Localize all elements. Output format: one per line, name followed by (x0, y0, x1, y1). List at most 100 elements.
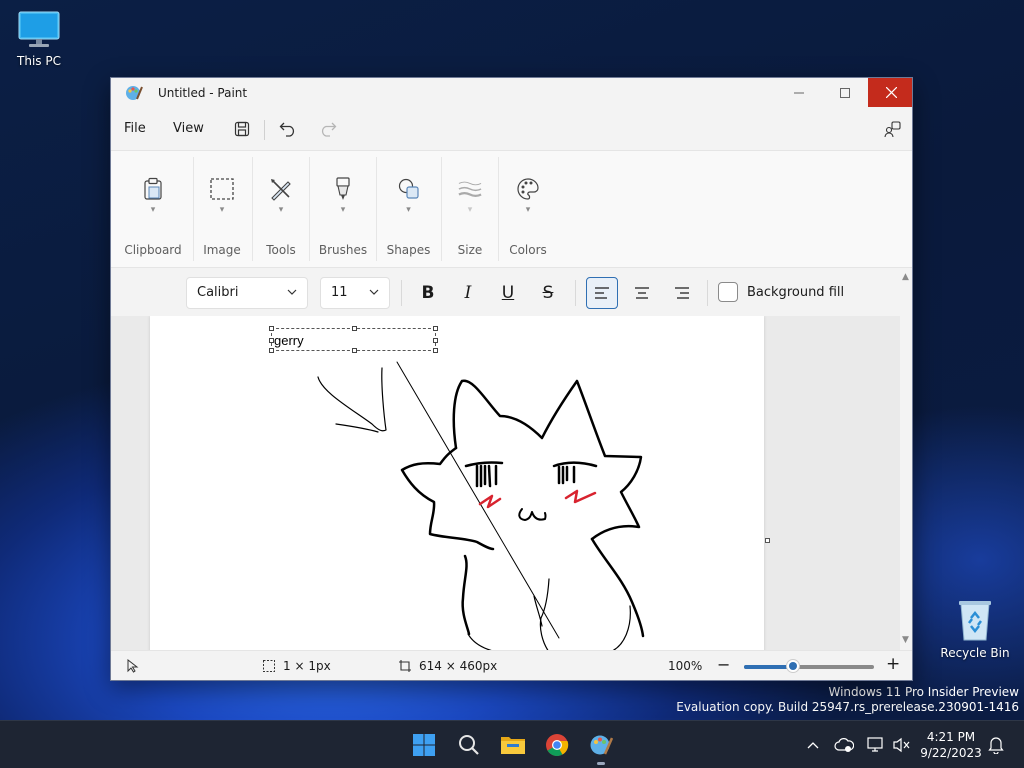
canvas-area[interactable]: gerry (111, 316, 900, 650)
align-right-button[interactable] (666, 277, 698, 309)
toolbar-divider (707, 280, 708, 306)
ribbon-group-colors[interactable]: ▾ Colors (503, 151, 553, 269)
strikethrough-button[interactable]: S (532, 277, 564, 309)
network-icon (867, 737, 883, 752)
zoom-slider[interactable] (744, 659, 874, 673)
toolbar-divider (264, 120, 265, 140)
title-bar[interactable]: Untitled - Paint (111, 78, 912, 108)
windows-logo-icon (413, 734, 435, 756)
canvas-size: 614 × 460px (399, 659, 497, 673)
ribbon-divider (376, 157, 377, 261)
drawing-canvas[interactable]: gerry (150, 316, 764, 650)
volume-tray-button[interactable] (892, 735, 912, 755)
ribbon-divider (309, 157, 310, 261)
font-size-dropdown[interactable]: 11 (320, 277, 390, 309)
align-left-button[interactable] (586, 277, 618, 309)
ribbon-group-size[interactable]: ▾ Size (445, 151, 495, 269)
people-icon (884, 121, 901, 138)
file-explorer-button[interactable] (499, 731, 527, 759)
resize-handle[interactable] (433, 348, 438, 353)
scroll-down-arrow-icon[interactable]: ▼ (902, 635, 909, 645)
ribbon-group-tools[interactable]: ▾ Tools (256, 151, 306, 269)
menu-view[interactable]: View (173, 121, 204, 136)
ribbon: ▾ Clipboard ▾ Image ▾ Tools ▾ Brushes ▾ … (111, 150, 912, 268)
desktop-icon-recycle-bin[interactable]: Recycle Bin (936, 598, 1014, 660)
ribbon-group-brushes[interactable]: ▾ Brushes (314, 151, 372, 269)
minimize-button[interactable] (776, 78, 822, 107)
chevron-down-icon: ▾ (278, 205, 284, 215)
bold-button[interactable]: B (412, 277, 444, 309)
menu-bar: File View (111, 108, 912, 150)
chevron-down-icon: ▾ (219, 205, 225, 215)
chevron-down-icon (287, 289, 297, 295)
chrome-button[interactable] (543, 731, 571, 759)
ribbon-divider (193, 157, 194, 261)
folder-icon (501, 737, 525, 754)
show-hidden-icons-button[interactable] (803, 735, 823, 755)
italic-button[interactable]: I (452, 277, 484, 309)
undo-button[interactable] (276, 118, 300, 140)
paint-taskbar-button[interactable] (587, 731, 615, 759)
desktop-icon-label: This PC (17, 54, 61, 68)
ribbon-group-clipboard[interactable]: ▾ Clipboard (123, 151, 183, 269)
resize-handle[interactable] (352, 326, 357, 331)
network-tray-button[interactable] (866, 735, 886, 755)
ribbon-group-image[interactable]: ▾ Image (197, 151, 247, 269)
background-fill-checkbox[interactable]: Background fill (718, 282, 844, 302)
system-clock[interactable]: 4:21 PM 9/22/2023 (918, 729, 984, 761)
paint-app-icon (126, 86, 143, 100)
taskbar: 4:21 PM 9/22/2023 (0, 720, 1024, 768)
chrome-icon (546, 734, 569, 756)
onedrive-tray-button[interactable] (834, 735, 854, 755)
scroll-up-arrow-icon[interactable]: ▲ (902, 272, 909, 282)
checkbox-box[interactable] (718, 282, 738, 302)
chevron-up-icon (807, 742, 819, 749)
resize-handle[interactable] (269, 338, 274, 343)
resize-handle[interactable] (433, 338, 438, 343)
text-box-content[interactable]: gerry (274, 333, 304, 348)
resize-handle[interactable] (269, 326, 274, 331)
clock-date: 9/22/2023 (920, 746, 982, 760)
chevron-down-icon: ▾ (525, 205, 531, 215)
resize-handle[interactable] (269, 348, 274, 353)
resize-handle[interactable] (433, 326, 438, 331)
canvas-size-icon (399, 660, 411, 672)
ribbon-group-shapes[interactable]: ▾ Shapes (381, 151, 436, 269)
vertical-scrollbar[interactable]: ▲ ▼ (900, 268, 912, 650)
start-button[interactable] (410, 731, 438, 759)
text-box[interactable]: gerry (269, 326, 438, 353)
ribbon-group-label: Brushes (318, 243, 368, 257)
brush-icon (331, 177, 355, 201)
zoom-out-button[interactable]: − (717, 655, 730, 674)
search-button[interactable] (455, 731, 483, 759)
maximize-button[interactable] (822, 78, 868, 107)
volume-muted-icon (893, 737, 910, 753)
selection-icon (210, 177, 234, 201)
align-center-button[interactable] (626, 277, 658, 309)
underline-button[interactable]: U (492, 277, 524, 309)
desktop-icon-this-pc[interactable]: This PC (0, 10, 78, 68)
save-button[interactable] (230, 118, 254, 140)
align-right-icon (675, 287, 689, 299)
menu-file[interactable]: File (124, 121, 146, 136)
account-button[interactable] (881, 118, 905, 140)
paint-app-icon (590, 735, 613, 755)
size-icon (458, 177, 482, 201)
ribbon-divider (441, 157, 442, 261)
close-button[interactable] (868, 78, 912, 107)
zoom-level[interactable]: 100% (668, 659, 702, 673)
notifications-button[interactable] (986, 735, 1006, 755)
zoom-in-button[interactable]: + (886, 654, 900, 674)
watermark-line: Evaluation copy. Build 25947.rs_prerelea… (676, 700, 1019, 714)
watermark-line: Windows 11 Pro Insider Preview (828, 685, 1019, 699)
chevron-down-icon: ▾ (467, 205, 473, 215)
toolbar-divider (401, 280, 402, 306)
zoom-slider-thumb[interactable] (786, 659, 801, 673)
ribbon-divider (252, 157, 253, 261)
cloud-icon (834, 738, 854, 752)
font-family-dropdown[interactable]: Calibri (186, 277, 308, 309)
redo-button[interactable] (316, 118, 340, 140)
selection-size-icon (263, 660, 275, 672)
resize-handle[interactable] (352, 348, 357, 353)
canvas-resize-handle[interactable] (765, 538, 770, 543)
